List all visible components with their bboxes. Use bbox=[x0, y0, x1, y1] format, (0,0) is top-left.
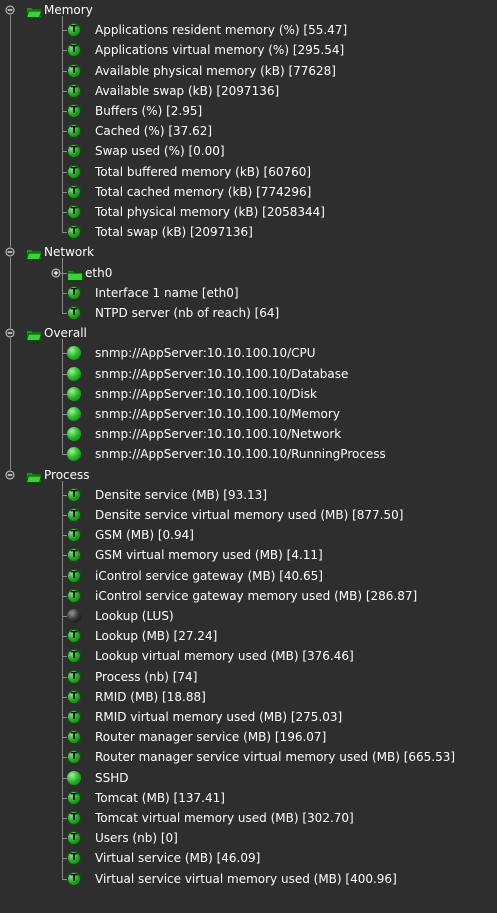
tree-item-label: Total cached memory (kB) [774296] bbox=[95, 184, 312, 199]
t-status-icon: T bbox=[67, 588, 81, 603]
folder-open-icon bbox=[25, 327, 43, 342]
t-status-icon: T bbox=[67, 629, 81, 644]
t-status-icon: T bbox=[67, 164, 81, 179]
tree-item-label: Router manager service virtual memory us… bbox=[95, 750, 456, 765]
tree-item-label: snmp://AppServer:10.10.100.10/Network bbox=[95, 427, 342, 442]
tree-item-label: Interface 1 name [eth0] bbox=[95, 285, 239, 300]
folder-icon bbox=[67, 267, 83, 281]
tree-item-label: Total swap (kB) [2097136] bbox=[95, 225, 253, 240]
t-status-icon: T bbox=[67, 23, 81, 38]
tree-item-label: eth0 bbox=[85, 265, 113, 280]
tree-item-label: Available swap (kB) [2097136] bbox=[95, 83, 280, 98]
tree-connector bbox=[62, 258, 63, 313]
tree-connector bbox=[10, 15, 11, 248]
tree-item-label: iControl service gateway (MB) [40.65] bbox=[95, 568, 323, 583]
tree-group-label: Memory bbox=[44, 3, 93, 17]
tree-item-label: snmp://AppServer:10.10.100.10/RunningPro… bbox=[95, 447, 386, 462]
tree-group-label: Network bbox=[44, 245, 95, 260]
tree-item-label: Virtual service (MB) [46.09] bbox=[95, 851, 261, 866]
tree-item-label: Applications virtual memory (%) [295.54] bbox=[95, 43, 345, 58]
green-status-icon bbox=[67, 386, 81, 401]
green-status-icon bbox=[67, 346, 81, 361]
tree-connector bbox=[10, 338, 11, 470]
t-status-icon: T bbox=[67, 750, 81, 765]
tree-item-label: SSHD bbox=[95, 770, 129, 785]
green-status-icon bbox=[67, 447, 81, 462]
tree-item-label: GSM (MB) [0.94] bbox=[95, 528, 194, 543]
tree-item-label: Swap used (%) [0.00] bbox=[95, 144, 225, 159]
t-status-icon: T bbox=[67, 63, 81, 78]
t-status-icon: T bbox=[67, 548, 81, 563]
t-status-icon: T bbox=[67, 225, 81, 240]
tree-item-label: Router manager service (MB) [196.07] bbox=[95, 730, 327, 745]
t-status-icon: T bbox=[67, 790, 81, 805]
tree-connector bbox=[62, 16, 63, 233]
t-status-icon: T bbox=[67, 871, 81, 886]
tree-item-label: Applications resident memory (%) [55.47] bbox=[95, 23, 348, 38]
t-status-icon: T bbox=[67, 184, 81, 199]
tree-item-label: Densite service virtual memory used (MB)… bbox=[95, 508, 404, 522]
t-status-icon: T bbox=[67, 205, 81, 219]
tree-item-label: iControl service gateway memory used (MB… bbox=[95, 588, 418, 603]
tree-item-label: snmp://AppServer:10.10.100.10/Disk bbox=[95, 386, 317, 401]
tree-item-label: snmp://AppServer:10.10.100.10/CPU bbox=[95, 346, 316, 361]
t-status-icon: T bbox=[67, 568, 81, 583]
t-status-icon: T bbox=[67, 649, 81, 664]
t-status-icon: T bbox=[67, 306, 81, 320]
tree-item-label: Lookup (LUS) bbox=[95, 609, 174, 623]
tree-item-label: Lookup (MB) [27.24] bbox=[95, 629, 218, 644]
tree-item-label: Process (nb) [74] bbox=[95, 669, 198, 684]
tree-item-label: GSM virtual memory used (MB) [4.11] bbox=[95, 548, 323, 563]
t-status-icon: T bbox=[67, 124, 81, 139]
tree-item-label: Tomcat (MB) [137.41] bbox=[95, 790, 225, 805]
tree-item-label: Available physical memory (kB) [77628] bbox=[95, 63, 336, 78]
collapse-toggle-icon[interactable] bbox=[4, 323, 16, 343]
collapse-toggle-icon[interactable] bbox=[4, 0, 16, 20]
tree-item-label: Densite service (MB) [93.13] bbox=[95, 487, 267, 502]
t-status-icon: T bbox=[67, 508, 81, 522]
t-status-icon: T bbox=[67, 669, 81, 684]
collapse-toggle-icon[interactable] bbox=[4, 465, 16, 485]
t-status-icon: T bbox=[67, 43, 81, 58]
t-status-icon: T bbox=[67, 851, 81, 866]
t-status-icon: T bbox=[67, 285, 81, 300]
green-status-icon bbox=[67, 366, 81, 381]
green-status-icon bbox=[67, 770, 81, 785]
tree-item-label: snmp://AppServer:10.10.100.10/Database bbox=[95, 366, 349, 381]
tree-item-label: Users (nb) [0] bbox=[95, 831, 178, 846]
t-status-icon: T bbox=[67, 811, 81, 825]
t-status-icon: T bbox=[67, 144, 81, 159]
tree-item-label: snmp://AppServer:10.10.100.10/Memory bbox=[95, 407, 340, 421]
folder-open-icon bbox=[25, 469, 43, 483]
t-status-icon: T bbox=[67, 710, 81, 724]
tree-item-label: Total buffered memory (kB) [60760] bbox=[95, 164, 312, 179]
tree-group-label: Process bbox=[44, 467, 90, 482]
tree-item-label: RMID (MB) [18.88] bbox=[95, 689, 206, 704]
t-status-icon: T bbox=[67, 83, 81, 98]
tree-item-label: Lookup virtual memory used (MB) [376.46] bbox=[95, 649, 354, 664]
folder-open-icon bbox=[25, 4, 43, 18]
tree-connector bbox=[62, 339, 63, 455]
collapse-toggle-icon[interactable] bbox=[4, 242, 16, 262]
status-tree: Memory T Applications resident memory (%) … bbox=[0, 0, 497, 913]
folder-open-icon bbox=[25, 246, 43, 261]
tree-item-label: Cached (%) [37.62] bbox=[95, 124, 213, 139]
tree-connector bbox=[10, 257, 11, 329]
tree-item-label: Total physical memory (kB) [2058344] bbox=[95, 205, 325, 219]
green-status-icon bbox=[67, 407, 81, 421]
t-status-icon: T bbox=[67, 831, 81, 846]
green-status-icon bbox=[67, 427, 81, 442]
t-status-icon: T bbox=[67, 689, 81, 704]
t-status-icon: T bbox=[67, 528, 81, 543]
t-status-icon: T bbox=[67, 104, 81, 118]
tree-item-label: Tomcat virtual memory used (MB) [302.70] bbox=[95, 811, 354, 825]
tree-item-label: RMID virtual memory used (MB) [275.03] bbox=[95, 710, 343, 724]
tree-group-label: Overall bbox=[44, 326, 87, 341]
t-status-icon: T bbox=[67, 730, 81, 745]
tree-item-label: NTPD server (nb of reach) [64] bbox=[95, 306, 280, 320]
t-status-icon: T bbox=[67, 487, 81, 502]
tree-item-label: Virtual service virtual memory used (MB)… bbox=[95, 871, 397, 886]
black-status-icon bbox=[67, 609, 81, 623]
tree-item-label: Buffers (%) [2.95] bbox=[95, 104, 203, 118]
